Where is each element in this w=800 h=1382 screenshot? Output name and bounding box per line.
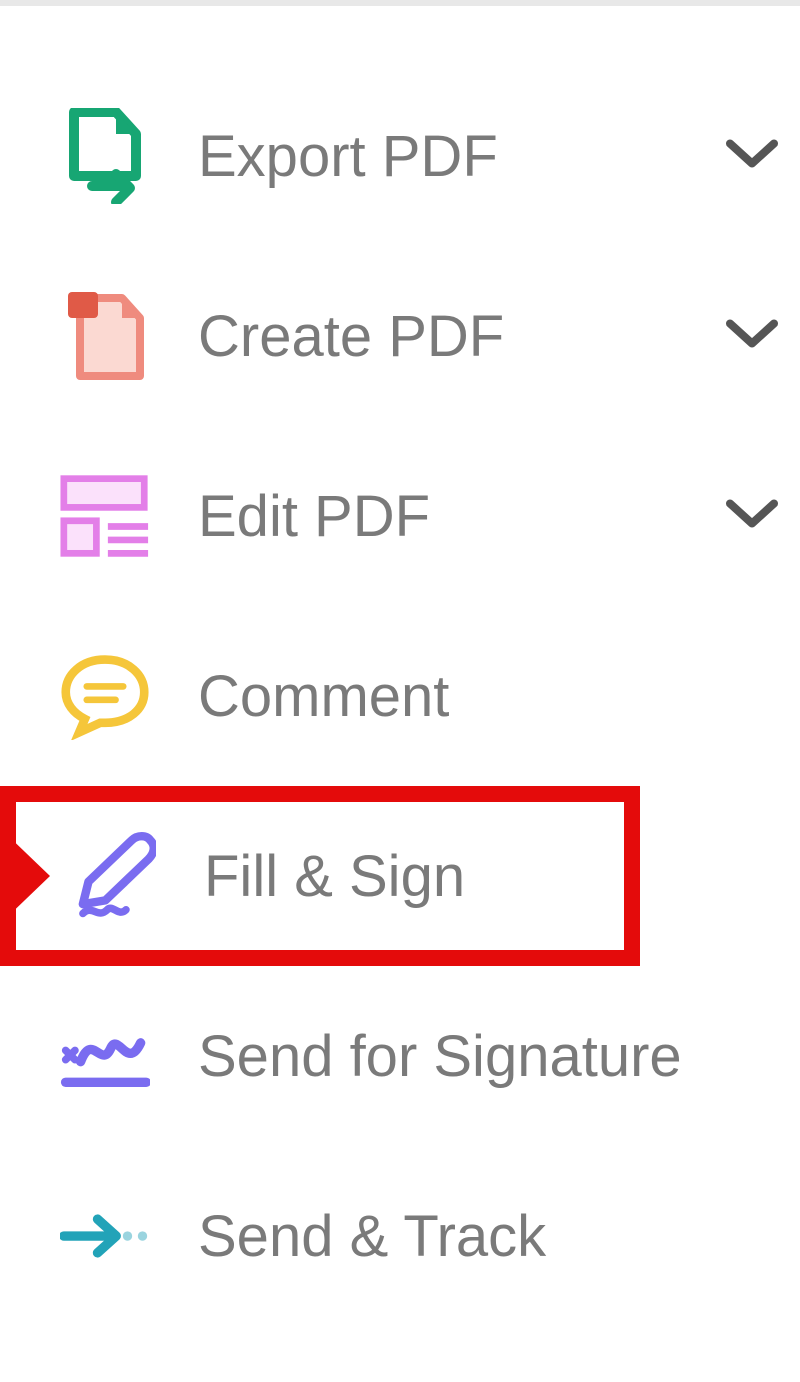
chevron-down-icon bbox=[726, 318, 778, 355]
send-track-icon bbox=[60, 1191, 150, 1281]
chevron-down-icon bbox=[726, 498, 778, 535]
tool-label: Comment bbox=[198, 663, 449, 730]
create-pdf-icon bbox=[60, 291, 150, 381]
tool-label: Edit PDF bbox=[198, 483, 430, 550]
tool-comment[interactable]: Comment bbox=[0, 606, 800, 786]
tool-fill-sign[interactable]: Fill & Sign bbox=[0, 786, 800, 966]
sign-icon bbox=[66, 831, 156, 921]
export-pdf-icon bbox=[60, 111, 150, 201]
chevron-down-icon bbox=[726, 138, 778, 175]
tool-export-pdf[interactable]: Export PDF bbox=[0, 66, 800, 246]
tool-label: Fill & Sign bbox=[204, 843, 465, 910]
tool-label: Export PDF bbox=[198, 123, 498, 190]
annotation-arrow-icon bbox=[0, 828, 50, 924]
send-signature-icon bbox=[60, 1011, 150, 1101]
tools-panel: Export PDF Create PDF bbox=[0, 6, 800, 1326]
tool-send-track[interactable]: Send & Track bbox=[0, 1146, 800, 1326]
tool-edit-pdf[interactable]: Edit PDF bbox=[0, 426, 800, 606]
tool-create-pdf[interactable]: Create PDF bbox=[0, 246, 800, 426]
tool-label: Create PDF bbox=[198, 303, 504, 370]
tool-label: Send for Signature bbox=[198, 1023, 682, 1090]
comment-icon bbox=[60, 651, 150, 741]
edit-pdf-icon bbox=[60, 471, 150, 561]
tool-send-signature[interactable]: Send for Signature bbox=[0, 966, 800, 1146]
tool-label: Send & Track bbox=[198, 1203, 546, 1270]
